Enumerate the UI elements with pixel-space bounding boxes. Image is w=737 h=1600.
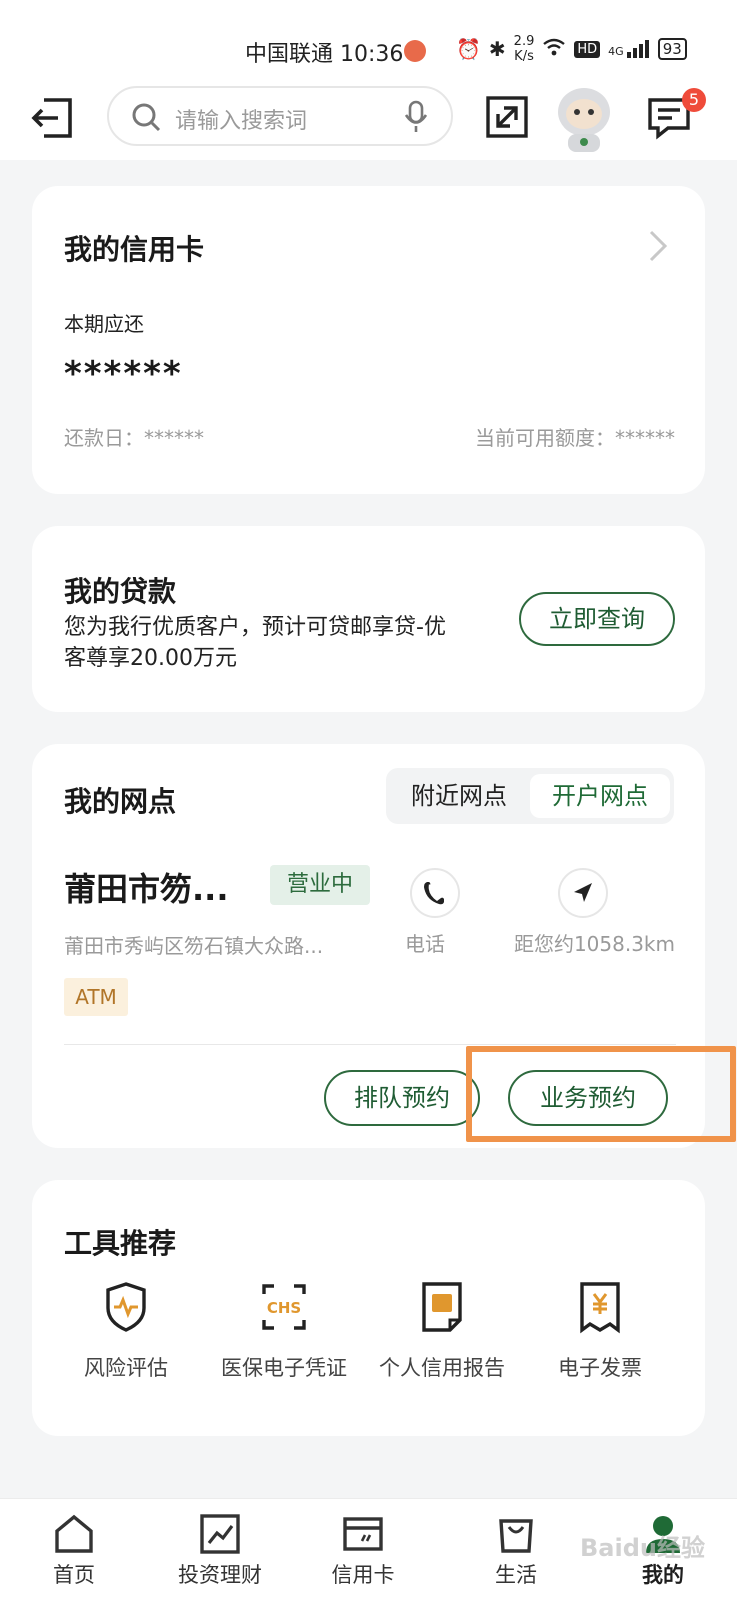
shield-pulse-icon [106,1282,146,1332]
chs-scan-icon: CHS [262,1284,306,1330]
loan-title: 我的贷款 [64,575,177,608]
search-placeholder: 请输入搜索词 [175,109,308,134]
logout-icon[interactable] [30,94,78,142]
branch-tab-switch: 附近网点 开户网点 [386,768,674,824]
status-bar: 中国联通 10:36 ⏰ ✱ 2.9 K/s HD 4G 93 [0,0,737,82]
bluetooth-icon: ✱ [488,37,506,61]
invoice-icon [580,1282,620,1334]
status-badge: 营业中 [270,865,370,905]
loan-query-button[interactable]: 立即查询 [519,592,675,646]
phone-label[interactable]: 电话 [405,928,445,957]
shopping-bag-icon [499,1519,533,1553]
chart-trend-icon [200,1514,240,1554]
tool-label: 电子发票 [558,1356,642,1380]
expand-icon[interactable] [484,94,530,140]
tool-risk-assessment[interactable]: 风险评估 [46,1280,206,1382]
branch-title: 我的网点 [64,785,177,818]
recording-indicator-icon [404,40,426,62]
highlight-box [466,1046,736,1142]
tool-label: 医保电子凭证 [221,1356,347,1380]
tool-label: 风险评估 [84,1356,168,1380]
tool-e-invoice[interactable]: 电子发票 [520,1280,680,1382]
nav-life[interactable]: 生活 [456,1499,576,1600]
chevron-right-icon[interactable] [647,228,669,264]
navigate-icon[interactable] [558,868,608,918]
divider [64,1044,676,1045]
loan-panel: 我的贷款 您为我行优质客户，预计可贷邮享贷-优客尊享20.00万元 立即查询 [32,526,705,712]
due-amount: ****** [64,354,183,394]
signal-icon: 4G [608,40,650,58]
network-speed: 2.9 K/s [513,34,535,64]
baidu-watermark: Baidu经验 [580,1534,705,1562]
nav-investment[interactable]: 投资理财 [160,1499,280,1600]
tool-medical-insurance[interactable]: CHS 医保电子凭证 [204,1280,364,1382]
tab-nearby-branch[interactable]: 附近网点 [390,774,528,818]
atm-tag: ATM [64,978,128,1016]
credit-card-icon [343,1517,383,1551]
nav-home[interactable]: 首页 [14,1499,134,1600]
search-icon [132,103,161,132]
microphone-icon[interactable] [403,100,429,134]
loan-description: 您为我行优质客户，预计可贷邮享贷-优客尊享20.00万元 [64,615,446,671]
branch-name[interactable]: 莆田市笏... [64,864,228,910]
credit-card-panel[interactable]: 我的信用卡 本期应还 ****** 还款日：****** 当前可用额度：****… [32,186,705,494]
carrier-time: 中国联通 10:36 [245,42,404,67]
tool-credit-report[interactable]: 个人信用报告 [362,1280,522,1382]
phone-icon[interactable] [410,868,460,918]
message-badge: 5 [682,88,706,112]
assistant-avatar[interactable] [550,82,618,154]
branch-distance[interactable]: 距您约1058.3km [514,928,675,957]
repay-date: 还款日：****** [64,426,204,450]
svg-text:CHS: CHS [267,1299,301,1317]
alarm-icon: ⏰ [456,37,481,61]
tools-panel: 工具推荐 风险评估 CHS 医保电子凭证 个人信用报告 电子发票 [32,1180,705,1436]
tab-account-branch[interactable]: 开户网点 [530,774,670,818]
hd-badge: HD [574,40,601,58]
nav-credit-card[interactable]: 信用卡 [303,1499,423,1600]
credit-card-title: 我的信用卡 [64,233,205,266]
tool-label: 个人信用报告 [379,1356,505,1380]
status-icons: ⏰ ✱ 2.9 K/s HD 4G 93 [456,34,687,64]
top-header: 请输入搜索词 5 [0,82,737,160]
credit-report-icon [422,1282,462,1332]
search-input[interactable]: 请输入搜索词 [107,86,453,146]
available-limit: 当前可用额度：****** [475,426,675,450]
due-label: 本期应还 [64,312,144,336]
branch-address: 莆田市秀屿区笏石镇大众路... [64,934,324,958]
battery-icon: 93 [657,38,687,60]
queue-booking-button[interactable]: 排队预约 [324,1070,480,1126]
wifi-icon [542,37,566,62]
tools-title: 工具推荐 [64,1227,177,1260]
home-icon [55,1514,93,1553]
